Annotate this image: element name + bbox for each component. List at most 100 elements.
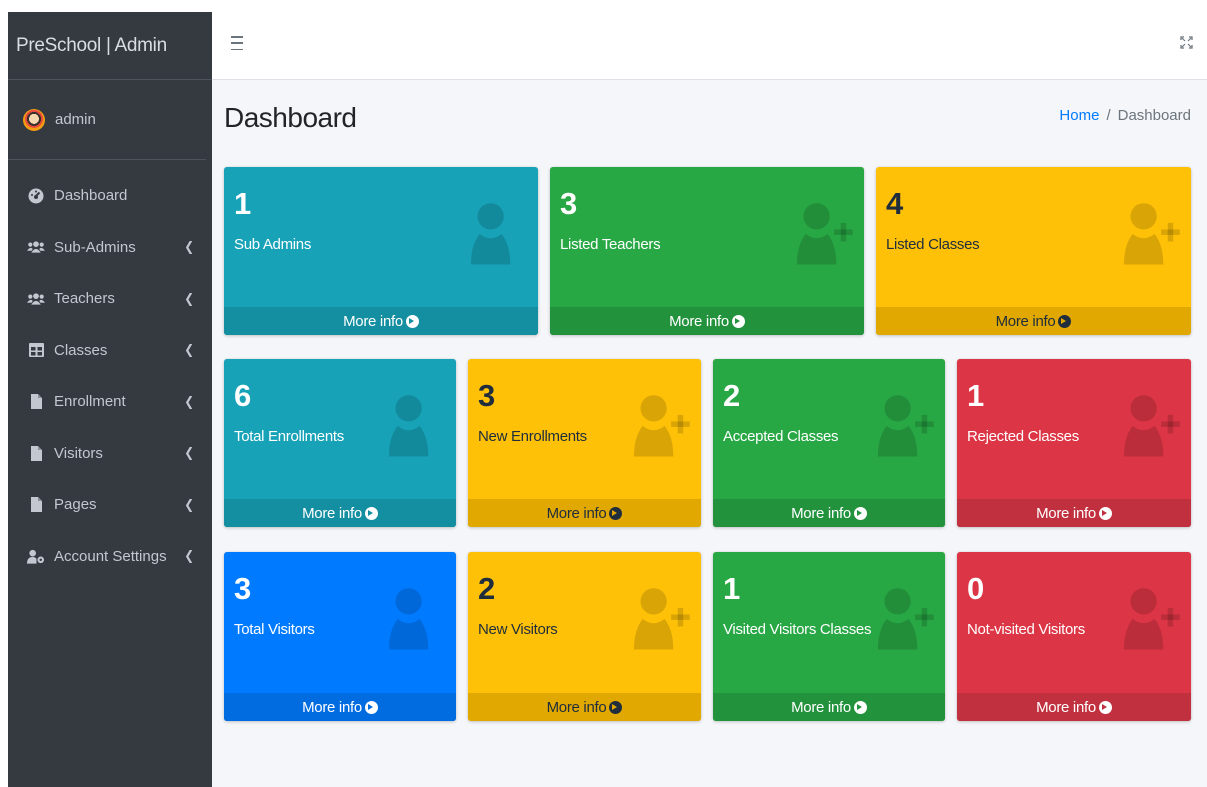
more-info-label: More info: [302, 698, 362, 716]
user-name: admin: [55, 111, 96, 128]
arrow-circle-right-icon: [1058, 314, 1072, 328]
sidebar-item-enrollment[interactable]: Enrollment ❮: [8, 376, 212, 428]
arrow-circle-right-icon: [364, 506, 378, 520]
more-info-link[interactable]: More info: [224, 307, 538, 335]
stat-box: 2 New Visitors More info: [468, 552, 701, 721]
more-info-label: More info: [546, 698, 607, 716]
more-info-label: More info: [791, 504, 851, 522]
user-icon: [378, 393, 448, 457]
more-info-link[interactable]: More info: [550, 307, 864, 335]
user-plus-icon: [867, 393, 937, 457]
chevron-left-icon: ❮: [184, 342, 194, 358]
arrow-circle-right-icon: [609, 700, 623, 714]
chevron-left-icon: ❮: [184, 290, 194, 306]
more-info-link[interactable]: More info: [224, 499, 456, 527]
sidebar-item-sub-admins[interactable]: Sub-Admins ❮: [8, 222, 212, 274]
more-info-label: More info: [1036, 698, 1096, 716]
user-plus-icon: [623, 586, 693, 650]
chevron-left-icon: ❮: [184, 239, 194, 255]
user-plus-icon: [1113, 201, 1183, 265]
page-title: Dashboard: [224, 102, 357, 133]
sidebar-nav: Dashboard Sub-Admins ❮ Teachers ❮ Classe…: [8, 170, 212, 582]
more-info-link[interactable]: More info: [468, 693, 701, 721]
sidebar-item-teachers[interactable]: Teachers ❮: [8, 273, 212, 325]
arrow-circle-right-icon: [853, 700, 867, 714]
more-info-label: More info: [343, 312, 403, 330]
more-info-label: More info: [302, 504, 362, 522]
menu-toggle-icon[interactable]: [231, 36, 243, 50]
tachometer-icon: [27, 188, 45, 204]
sidebar-item-label: Sub-Admins: [54, 238, 136, 256]
breadcrumb-home-link[interactable]: Home: [1059, 107, 1099, 124]
more-info-link[interactable]: More info: [468, 499, 701, 527]
sidebar: PreSchool | Admin admin Dashboard Sub-Ad…: [8, 12, 212, 787]
stat-box: 2 Accepted Classes More info: [713, 359, 945, 527]
stat-box: 3 Listed Teachers More info: [550, 167, 864, 335]
more-info-label: More info: [546, 504, 607, 522]
stat-box: 4 Listed Classes More info: [876, 167, 1191, 335]
arrow-circle-right-icon: [609, 506, 623, 520]
table-icon: [27, 342, 45, 358]
stat-box: 1 Sub Admins More info: [224, 167, 538, 335]
users-icon: [27, 239, 45, 255]
more-info-label: More info: [669, 312, 729, 330]
arrow-circle-right-icon: [405, 314, 419, 328]
fullscreen-icon[interactable]: [1180, 36, 1193, 49]
user-icon: [460, 201, 530, 265]
more-info-link[interactable]: More info: [713, 499, 945, 527]
user-plus-icon: [786, 201, 856, 265]
stat-box: 0 Not-visited Visitors More info: [957, 552, 1191, 721]
sidebar-item-classes[interactable]: Classes ❮: [8, 325, 212, 377]
user-plus-icon: [1113, 393, 1183, 457]
more-info-link[interactable]: More info: [876, 307, 1191, 335]
breadcrumb: Home / Dashboard: [1059, 107, 1191, 124]
sidebar-item-label: Visitors: [54, 444, 103, 462]
arrow-circle-right-icon: [1098, 700, 1112, 714]
arrow-circle-right-icon: [853, 506, 867, 520]
chevron-left-icon: ❮: [184, 548, 194, 564]
sidebar-item-label: Classes: [54, 341, 108, 359]
more-info-link[interactable]: More info: [957, 499, 1191, 527]
app-frame: PreSchool | Admin admin Dashboard Sub-Ad…: [8, 12, 1207, 787]
more-info-link[interactable]: More info: [224, 693, 456, 721]
user-plus-icon: [1113, 586, 1183, 650]
arrow-circle-right-icon: [364, 700, 378, 714]
sidebar-item-label: Dashboard: [54, 187, 128, 205]
sidebar-item-pages[interactable]: Pages ❮: [8, 479, 212, 531]
brand-link[interactable]: PreSchool | Admin: [8, 12, 212, 80]
file-icon: [27, 394, 45, 410]
more-info-link[interactable]: More info: [713, 693, 945, 721]
file-icon: [27, 445, 45, 461]
stat-box: 3 Total Visitors More info: [224, 552, 456, 721]
sidebar-item-account-settings[interactable]: Account Settings ❮: [8, 531, 212, 583]
avatar: [23, 108, 45, 131]
stat-box: 6 Total Enrollments More info: [224, 359, 456, 527]
user-cog-icon: [27, 548, 45, 564]
user-panel[interactable]: admin: [8, 80, 206, 160]
user-plus-icon: [867, 586, 937, 650]
chevron-left-icon: ❮: [184, 496, 194, 512]
sidebar-item-label: Enrollment: [54, 393, 126, 411]
breadcrumb-separator: /: [1106, 107, 1111, 124]
more-info-label: More info: [1036, 504, 1096, 522]
stat-box: 1 Rejected Classes More info: [957, 359, 1191, 527]
sidebar-item-label: Pages: [54, 496, 97, 514]
user-icon: [378, 586, 448, 650]
sidebar-item-label: Teachers: [54, 290, 115, 308]
sidebar-item-visitors[interactable]: Visitors ❮: [8, 428, 212, 480]
more-info-label: More info: [791, 698, 851, 716]
user-plus-icon: [623, 393, 693, 457]
more-info-label: More info: [995, 312, 1056, 330]
more-info-link[interactable]: More info: [957, 693, 1191, 721]
stat-box: 1 Visited Visitors Classes More info: [713, 552, 945, 721]
sidebar-item-label: Account Settings: [54, 547, 167, 565]
top-navbar: [212, 12, 1207, 80]
chevron-left-icon: ❮: [184, 393, 194, 409]
chevron-left-icon: ❮: [184, 445, 194, 461]
file-icon: [27, 497, 45, 513]
sidebar-item-dashboard[interactable]: Dashboard: [8, 170, 212, 222]
arrow-circle-right-icon: [1098, 506, 1112, 520]
stat-box: 3 New Enrollments More info: [468, 359, 701, 527]
users-icon: [27, 291, 45, 307]
brand-text: PreSchool | Admin: [16, 34, 167, 56]
